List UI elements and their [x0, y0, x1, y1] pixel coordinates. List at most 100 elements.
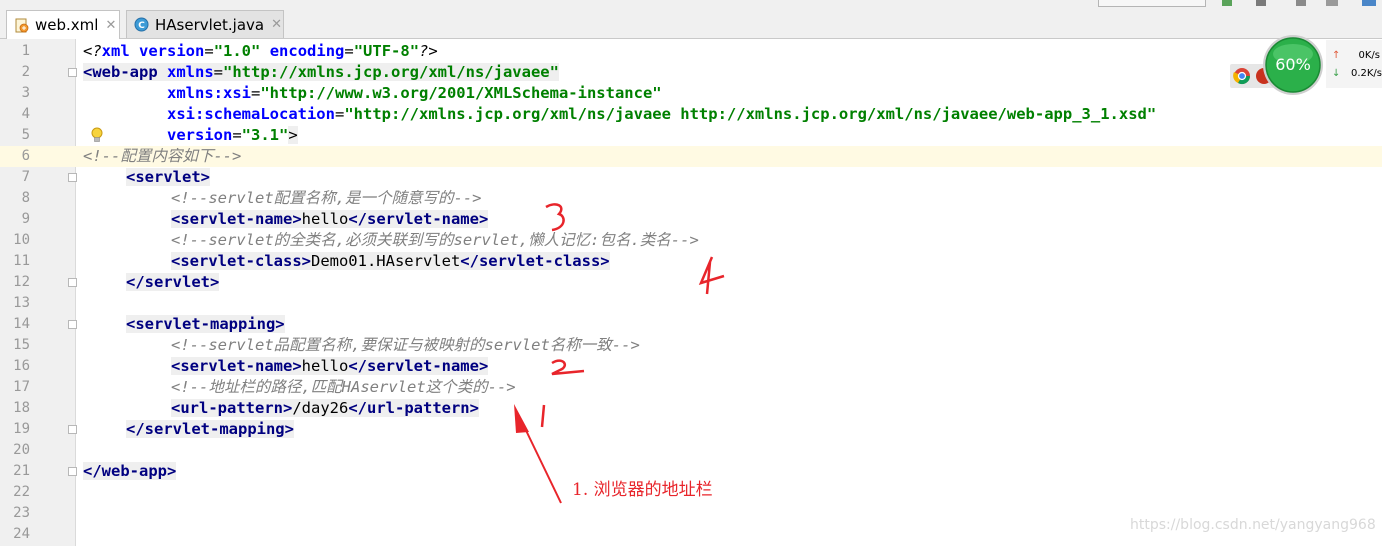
annotation-2-stroke: [551, 359, 585, 376]
line-number: 2: [21, 64, 30, 80]
code-line: <servlet>: [126, 167, 210, 188]
code-line: <servlet-class>Demo01.HAservlet</servlet…: [171, 251, 610, 272]
download-arrow-icon: ↓: [1332, 68, 1341, 79]
code-line: </servlet>: [126, 272, 220, 293]
toolbar-icon[interactable]: [1296, 0, 1306, 6]
arrow-line: [520, 419, 562, 504]
tab-haservlet-java[interactable]: C HAservlet.java ✕: [126, 10, 284, 38]
watermark: https://blog.csdn.net/yangyang968: [1130, 517, 1376, 533]
equals: =: [251, 84, 261, 102]
fold-marker[interactable]: [68, 467, 77, 476]
tab-label: HAservlet.java: [155, 15, 265, 34]
line-number: 16: [13, 358, 30, 374]
equals: =: [204, 42, 214, 60]
line-number: 10: [13, 232, 30, 248]
code-line: </servlet-mapping>: [126, 419, 294, 440]
line-number: 22: [13, 484, 30, 500]
upload-arrow-icon: ↑: [1332, 50, 1341, 61]
tag: <servlet-class>: [171, 252, 311, 270]
svg-text:C: C: [138, 21, 145, 31]
tag: <url-pattern>: [171, 399, 293, 417]
line-number: 11: [13, 253, 30, 269]
tag: <servlet-name>: [171, 210, 302, 228]
fold-marker[interactable]: [68, 425, 77, 434]
line-number: 9: [21, 211, 30, 227]
line-number: 5: [21, 127, 30, 143]
toolbar-icon[interactable]: [1362, 0, 1376, 6]
line-number: 18: [13, 400, 30, 416]
fold-marker[interactable]: [68, 320, 77, 329]
fold-marker[interactable]: [68, 68, 77, 77]
xml-file-icon: [15, 18, 29, 32]
attribute-value: "http://xmlns.jcp.org/xml/ns/javaee": [223, 63, 559, 81]
line-number: 13: [13, 295, 30, 311]
fold-marker[interactable]: [68, 173, 77, 182]
network-speed-panel: ↑ 0K/s ↓ 0.2K/s: [1326, 40, 1382, 88]
line-number: 4: [21, 106, 30, 122]
annotation-label: 1. 浏览器的地址栏: [572, 480, 713, 500]
comment: <!--地址栏的路径,匹配HAservlet这个类的-->: [171, 378, 516, 396]
pi-open: <?: [83, 42, 102, 60]
tag-close: >: [288, 126, 298, 144]
tag: <web-app: [83, 63, 158, 81]
tag: </servlet-mapping>: [126, 420, 294, 438]
tag-text: /day26: [292, 399, 349, 417]
tag: </servlet-name>: [348, 357, 489, 375]
code-line: <servlet-name>hello</servlet-name>: [171, 356, 489, 377]
annotation-1-stroke: [540, 404, 546, 428]
attribute: xmlns:xsi: [167, 84, 251, 102]
line-number: 12: [13, 274, 30, 290]
code-line: <servlet-mapping>: [126, 314, 285, 335]
line-number: 17: [13, 379, 30, 395]
tag: </servlet>: [126, 273, 220, 291]
tag: </web-app>: [83, 462, 177, 480]
line-number: 8: [21, 190, 30, 206]
line-number: 23: [13, 505, 30, 521]
toolbar-icon[interactable]: [1326, 0, 1338, 6]
comment: <!--servlet配置名称,是一个随意写的-->: [171, 189, 482, 207]
line-number: 20: [13, 442, 30, 458]
pi-name: xml: [101, 42, 130, 60]
annotation-4-stroke: [698, 256, 725, 295]
tag: <servlet-name>: [171, 357, 302, 375]
code-line: version="3.1">: [83, 125, 298, 146]
debug-icon[interactable]: [1256, 0, 1266, 6]
line-number: 21: [13, 463, 30, 479]
attribute: version: [139, 42, 205, 60]
comment: <!--servlet品配置名称,要保证与被映射的servlet名称一致-->: [171, 336, 640, 354]
tag: </servlet-name>: [348, 210, 489, 228]
tab-web-xml[interactable]: web.xml ✕: [6, 10, 120, 39]
tag: <servlet>: [126, 168, 210, 186]
toolbar-dropdown[interactable]: [1098, 0, 1206, 7]
close-icon[interactable]: ✕: [271, 17, 282, 32]
equals: =: [344, 42, 354, 60]
download-speed: 0.2K/s: [1350, 68, 1382, 79]
line-number: 6: [21, 148, 30, 164]
attribute-value: "http://www.w3.org/2001/XMLSchema-instan…: [260, 84, 662, 102]
run-icon[interactable]: [1222, 0, 1232, 6]
line-number: 3: [21, 85, 30, 101]
tag-text: Demo01.HAservlet: [310, 252, 461, 270]
fold-marker[interactable]: [68, 278, 77, 287]
code-line: <servlet-name>hello</servlet-name>: [171, 209, 489, 230]
code-line: <web-app xmlns="http://xmlns.jcp.org/xml…: [83, 62, 559, 83]
tab-label: web.xml: [35, 16, 99, 34]
code-line: xsi:schemaLocation="http://xmlns.jcp.org…: [83, 104, 1156, 125]
tag: <servlet-mapping>: [126, 315, 285, 333]
tag: </url-pattern>: [348, 399, 479, 417]
line-number: 14: [13, 316, 30, 332]
tag: </servlet-class>: [460, 252, 610, 270]
line-number: 1: [21, 43, 30, 59]
java-class-icon: C: [134, 17, 149, 32]
equals: =: [213, 63, 224, 81]
line-number: 15: [13, 337, 30, 353]
memory-usage-gauge[interactable]: 60%: [1262, 34, 1324, 96]
tag-text: hello: [301, 357, 349, 375]
attribute-value: "http://xmlns.jcp.org/xml/ns/javaee http…: [344, 105, 1157, 123]
close-icon[interactable]: ✕: [105, 18, 116, 33]
